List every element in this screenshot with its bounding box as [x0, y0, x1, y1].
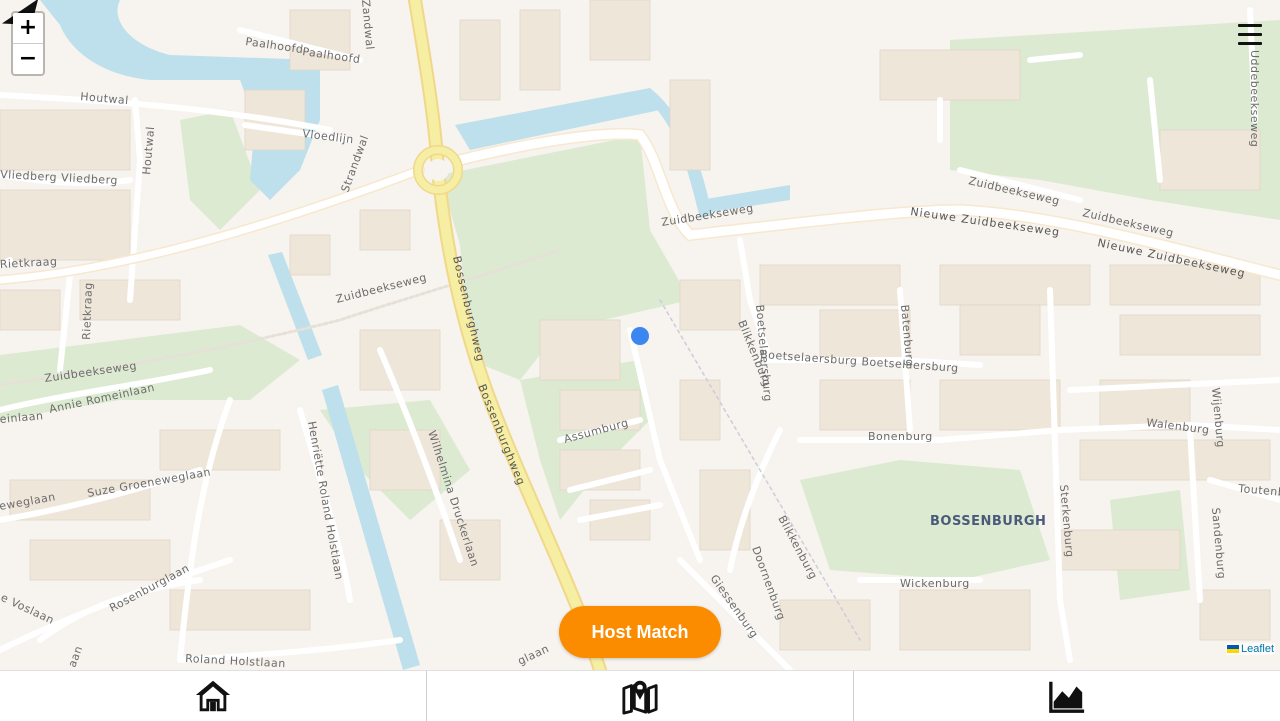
label-uddebeekseweg: Uddebeekseweg [1248, 50, 1261, 147]
current-location-marker [631, 327, 649, 345]
bottom-navigation [0, 670, 1280, 721]
home-icon [195, 680, 231, 712]
zoom-in-button[interactable]: + [13, 13, 43, 44]
menu-icon-bar [1238, 24, 1262, 27]
tab-home[interactable] [0, 671, 427, 721]
menu-icon[interactable] [1238, 24, 1262, 48]
label-district-bossenburgh: BOSSENBURGH [930, 514, 1046, 529]
map-attribution: Leaflet [1225, 643, 1275, 655]
zoom-out-button[interactable]: − [13, 44, 43, 74]
chart-area-icon [1049, 681, 1085, 713]
tab-stats[interactable] [854, 671, 1280, 721]
leaflet-link[interactable]: Leaflet [1241, 643, 1274, 655]
ukraine-flag-icon [1226, 645, 1239, 653]
zoom-control: + − [11, 11, 45, 76]
label-rietkraag-2: Rietkraag [80, 282, 95, 340]
label-wickenburg: Wickenburg [900, 577, 970, 590]
host-match-button[interactable]: Host Match [559, 606, 721, 658]
menu-icon-bar [1238, 42, 1262, 45]
tab-map[interactable] [427, 671, 854, 721]
map-view[interactable]: Paalhoofd Paalhoofd Houtwal Houtwal Vloe… [0, 0, 1280, 670]
menu-icon-bar [1238, 33, 1262, 36]
label-bonenburg: Bonenburg [868, 430, 933, 443]
map-icon [622, 680, 658, 715]
